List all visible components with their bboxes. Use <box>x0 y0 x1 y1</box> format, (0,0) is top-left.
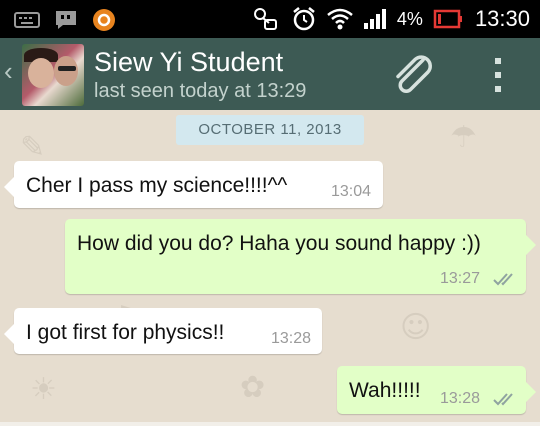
battery-low-icon <box>433 9 463 29</box>
message-time: 13:28 <box>440 390 481 407</box>
message-text: How did you do? Haha you sound happy :)) <box>77 232 481 255</box>
app-notification-icon <box>92 8 116 32</box>
voicemail-icon <box>251 6 281 32</box>
message-bubble-outgoing[interactable]: Wah!!!!! 13:28 <box>337 366 536 414</box>
date-divider: OCTOBER 11, 2013 <box>176 115 364 145</box>
input-area-edge <box>0 422 540 426</box>
message-text: Wah!!!!! <box>349 379 421 402</box>
status-bar: 4% 13:30 <box>0 0 540 38</box>
notification-icons <box>14 8 116 32</box>
chevron-left-icon[interactable]: ‹ <box>4 58 13 84</box>
conversation-header[interactable]: ‹ Siew Yi Student last seen today at 13:… <box>0 38 540 110</box>
wifi-icon <box>327 8 353 30</box>
message-text: Cher I pass my science!!!!^^ <box>26 174 288 197</box>
message-time: 13:04 <box>331 183 372 200</box>
alarm-icon <box>291 6 317 32</box>
message-bubble-incoming[interactable]: I got first for physics!! 13:28 <box>4 308 322 354</box>
message-bubble-incoming[interactable]: Cher I pass my science!!!!^^ 13:04 <box>4 161 383 208</box>
clock: 13:30 <box>474 6 530 31</box>
wallpaper-doodle-icon: ✎ <box>20 130 46 165</box>
attach-button[interactable] <box>390 52 438 100</box>
chat-notification-icon <box>54 9 78 31</box>
battery-percent: 4% <box>396 8 423 29</box>
contact-name[interactable]: Siew Yi Student <box>94 47 283 78</box>
paperclip-icon <box>396 55 432 93</box>
message-time: 13:28 <box>271 330 312 347</box>
keyboard-icon <box>14 11 40 29</box>
overflow-menu-button[interactable] <box>488 56 508 94</box>
avatar[interactable] <box>22 44 84 106</box>
wallpaper-doodle-icon: ☺ <box>400 310 432 345</box>
double-tick-icon <box>493 273 513 286</box>
wallpaper-doodle-icon: ☀ <box>30 372 57 407</box>
message-bubble-outgoing[interactable]: How did you do? Haha you sound happy :))… <box>65 219 536 294</box>
message-list[interactable]: ✎ ☂ ♫ ☺ ✿ ☀ OCTOBER 11, 2013 Cher I pass… <box>0 110 540 426</box>
signal-icon <box>363 8 387 30</box>
wallpaper-doodle-icon: ✿ <box>240 370 266 405</box>
system-icons: 4% 13:30 <box>251 0 530 38</box>
overflow-menu-icon <box>495 58 501 64</box>
wallpaper-doodle-icon: ☂ <box>450 120 477 155</box>
message-text: I got first for physics!! <box>26 321 225 344</box>
last-seen-status: last seen today at 13:29 <box>94 80 307 102</box>
message-time: 13:27 <box>440 270 481 287</box>
double-tick-icon <box>493 393 513 406</box>
